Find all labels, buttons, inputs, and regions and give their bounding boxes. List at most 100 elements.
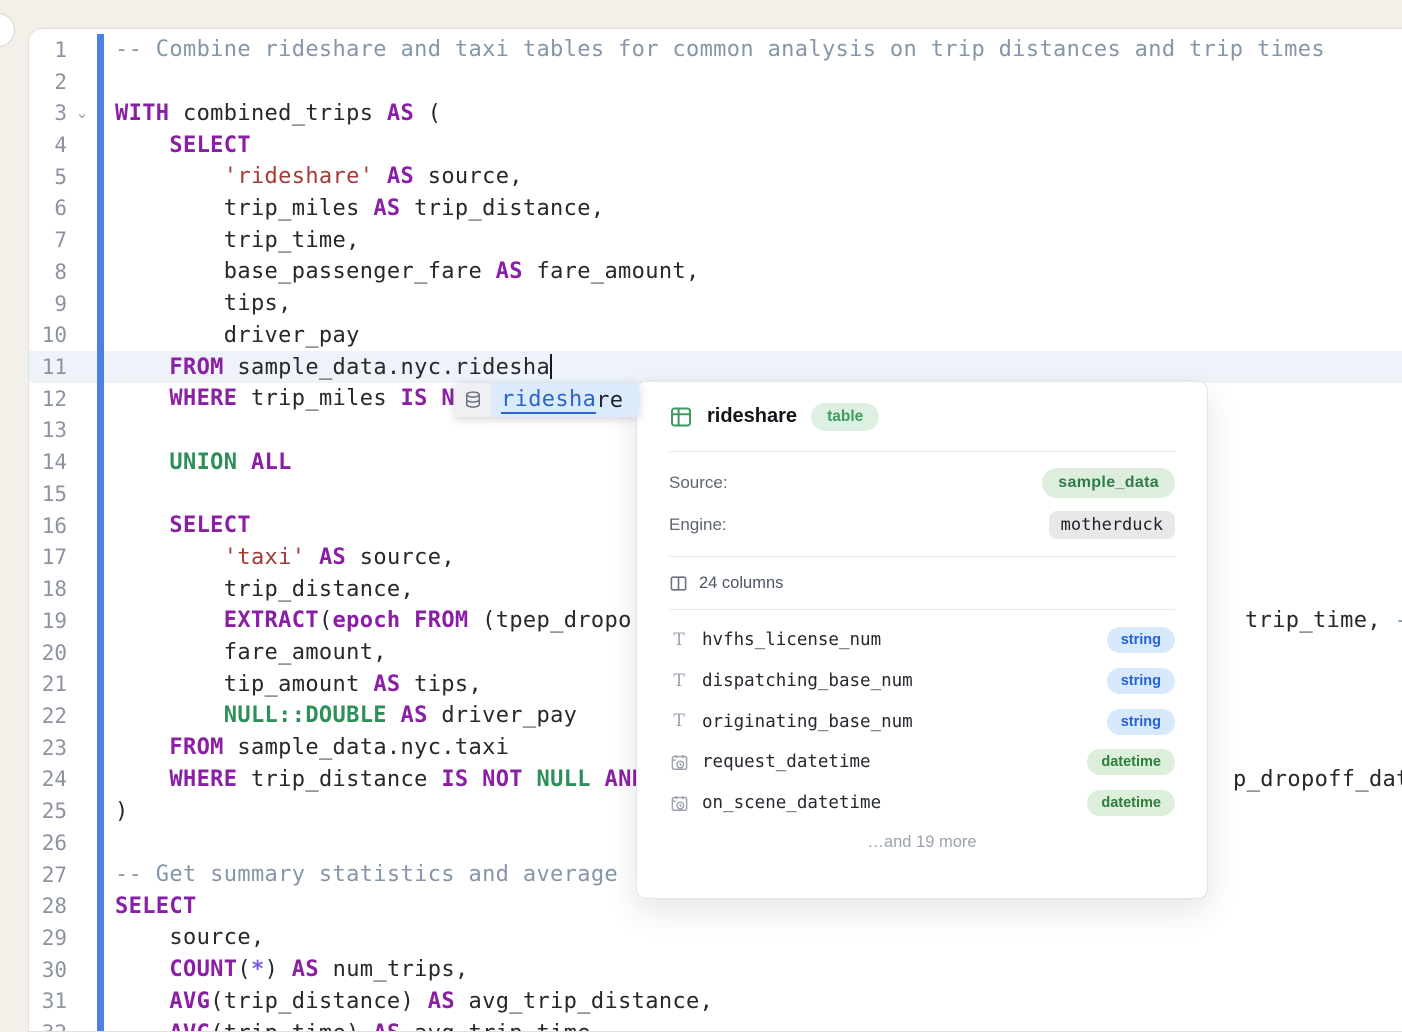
code-line[interactable]: 31 AVG(trip_distance) AS avg_trip_distan… — [29, 986, 1402, 1018]
gutter-change-bar — [97, 193, 104, 225]
code-text: source, — [104, 925, 265, 950]
code-line[interactable]: 3⌄WITH combined_trips AS ( — [29, 97, 1402, 129]
code-line[interactable]: 30 COUNT(*) AS num_trips, — [29, 954, 1402, 986]
gutter-change-bar — [97, 34, 104, 66]
source-row: Source: sample_data — [669, 462, 1175, 504]
line-number: 28 — [29, 894, 67, 918]
code-text: UNION ALL — [104, 450, 292, 475]
code-text: WHERE trip_distance IS NOT NULL AND — [104, 767, 645, 792]
columns-list: Thvfhs_license_numstringTdispatching_bas… — [669, 610, 1175, 823]
code-line[interactable]: 1-- Combine rideshare and taxi tables fo… — [29, 34, 1402, 66]
column-name: on_scene_datetime — [702, 793, 1087, 813]
line-number: 12 — [29, 387, 67, 411]
line-number: 16 — [29, 514, 67, 538]
column-name: hvfhs_license_num — [702, 630, 1107, 650]
code-text: tip_amount AS tips, — [104, 672, 482, 697]
code-text: 'rideshare' AS source, — [104, 164, 523, 189]
collapsed-panel-button[interactable] — [0, 13, 15, 47]
line-number: 2 — [29, 70, 67, 94]
line-number: 7 — [29, 228, 67, 252]
line-number: 6 — [29, 196, 67, 220]
code-text: SELECT — [104, 513, 251, 538]
gutter-change-bar — [97, 605, 104, 637]
column-row: Toriginating_base_numstring — [669, 701, 1175, 742]
column-name: dispatching_base_num — [702, 671, 1107, 691]
code-line[interactable]: 9 tips, — [29, 288, 1402, 320]
line-number: 3 — [29, 101, 67, 125]
gutter-change-bar — [97, 129, 104, 161]
code-text: WHERE trip_miles IS N — [104, 386, 455, 411]
line-number: 20 — [29, 641, 67, 665]
code-line[interactable]: 5 'rideshare' AS source, — [29, 161, 1402, 193]
code-text: tips, — [104, 291, 292, 316]
code-text: base_passenger_fare AS fare_amount, — [104, 259, 700, 284]
code-text: SELECT — [104, 894, 197, 919]
line-number: 10 — [29, 323, 67, 347]
code-line[interactable]: 6 trip_miles AS trip_distance, — [29, 193, 1402, 225]
line-number: 1 — [29, 38, 67, 62]
more-columns-text: …and 19 more — [669, 823, 1175, 862]
table-type-badge: table — [811, 403, 879, 431]
gutter-change-bar — [97, 256, 104, 288]
line-number: 22 — [29, 704, 67, 728]
autocomplete-dropdown: rideshare — [455, 383, 639, 417]
text-type-icon: T — [669, 673, 689, 690]
gutter-change-bar — [97, 510, 104, 542]
line-number: 18 — [29, 577, 67, 601]
gutter-change-bar — [97, 859, 104, 891]
gutter-change-bar — [97, 478, 104, 510]
column-type-badge: string — [1107, 668, 1175, 694]
text-type-icon: T — [669, 632, 689, 649]
gutter-change-bar — [97, 1017, 104, 1032]
autocomplete-rest-text: re — [596, 388, 623, 413]
column-type-badge: datetime — [1087, 749, 1175, 775]
code-text: 'taxi' AS source, — [104, 545, 455, 570]
line-number: 11 — [29, 355, 67, 379]
gutter-change-bar — [97, 383, 104, 415]
line-number: 14 — [29, 450, 67, 474]
gutter-change-bar — [97, 732, 104, 764]
column-row: Tdispatching_base_numstring — [669, 661, 1175, 702]
fold-chevron-icon[interactable]: ⌄ — [67, 106, 97, 121]
text-cursor — [550, 354, 552, 379]
gutter-change-bar — [97, 986, 104, 1018]
code-text: trip_distance, — [104, 577, 414, 602]
popup-meta-section: Source: sample_data Engine: motherduck — [669, 452, 1175, 556]
code-line[interactable]: 29 source, — [29, 922, 1402, 954]
code-text: ) — [104, 799, 129, 824]
code-line[interactable]: 10 driver_pay — [29, 319, 1402, 351]
line-number: 15 — [29, 482, 67, 506]
gutter-change-bar — [97, 637, 104, 669]
gutter-change-bar — [97, 446, 104, 478]
source-label: Source: — [669, 473, 728, 493]
column-row: request_datetimedatetime — [669, 742, 1175, 783]
line-number: 13 — [29, 418, 67, 442]
code-line[interactable]: 11 FROM sample_data.nyc.ridesha — [29, 351, 1402, 383]
gutter-change-bar — [97, 890, 104, 922]
code-line[interactable]: 8 base_passenger_fare AS fare_amount, — [29, 256, 1402, 288]
code-text: SELECT — [104, 133, 251, 158]
popup-header: rideshare table — [669, 382, 1175, 451]
gutter-change-bar — [97, 319, 104, 351]
line-number: 29 — [29, 926, 67, 950]
gutter-change-bar — [97, 573, 104, 605]
code-text: AVG(trip_distance) AS avg_trip_distance, — [104, 989, 713, 1014]
autocomplete-item-rideshare[interactable]: rideshare — [491, 383, 639, 417]
gutter-change-bar — [97, 66, 104, 98]
gutter-change-bar — [97, 922, 104, 954]
gutter-change-bar — [97, 827, 104, 859]
line-number: 19 — [29, 609, 67, 633]
gutter-change-bar — [97, 668, 104, 700]
engine-label: Engine: — [669, 515, 727, 535]
text-type-icon: T — [669, 713, 689, 730]
code-text: -- Get summary statistics and average — [104, 862, 632, 887]
table-icon — [669, 405, 693, 429]
code-line[interactable]: 2 — [29, 66, 1402, 98]
line-number: 8 — [29, 260, 67, 284]
code-line[interactable]: 7 trip_time, — [29, 224, 1402, 256]
code-line[interactable]: 32 AVG(trip_time) AS avg_trip_time, — [29, 1017, 1402, 1032]
code-text-continuation: p_dropoff_datet — [1233, 764, 1402, 796]
table-info-popup: rideshare table Source: sample_data Engi… — [636, 381, 1208, 899]
gutter-change-bar — [97, 224, 104, 256]
code-line[interactable]: 4 SELECT — [29, 129, 1402, 161]
